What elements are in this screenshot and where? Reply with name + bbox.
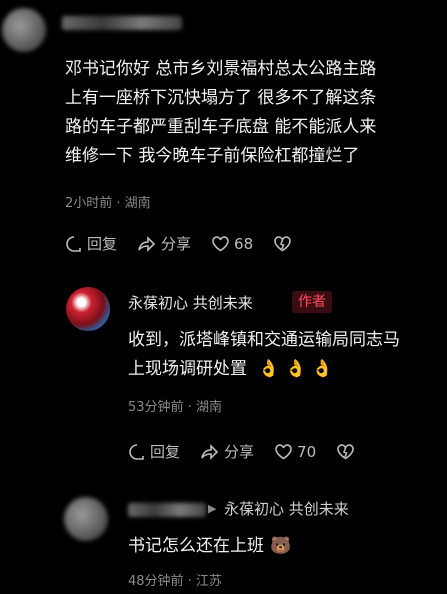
reply-label: 回复 (150, 443, 181, 461)
broken-heart-icon (274, 236, 291, 252)
share-icon (201, 443, 219, 460)
reply2-avatar[interactable] (64, 497, 108, 541)
reply-button[interactable]: 回复 (65, 233, 117, 254)
broken-heart-icon (337, 444, 354, 460)
author-reply-meta: 53分钟前 · 湖南 (128, 400, 222, 415)
commenter-avatar[interactable] (2, 8, 46, 52)
like-button[interactable]: 68 (211, 235, 253, 253)
author-badge: 作者 (292, 291, 332, 313)
comment-line: 维修一下 我今晚车子前保险杠都撞烂了 (65, 146, 360, 166)
reply-icon (66, 235, 81, 252)
author-reply-text: 收到，派塔峰镇和交通运输局同志马 上现场调研处置 👌 👌 👌 (128, 326, 443, 384)
ok-hand-emoji: 👌 👌 👌 (258, 359, 333, 379)
comment-actions: 回复 分享 68 (65, 233, 316, 254)
dislike-button[interactable] (336, 443, 359, 460)
reply2-name[interactable] (128, 503, 206, 517)
comment-meta: 2小时前 · 湖南 (65, 196, 151, 211)
reply-icon (129, 443, 144, 460)
share-label: 分享 (224, 443, 255, 461)
reply-to-arrow-icon: ▶ (208, 502, 217, 515)
like-count: 70 (297, 442, 317, 461)
reply2-text: 书记怎么还在上班 🐻 (128, 532, 443, 561)
share-label: 分享 (161, 235, 192, 253)
comment-line: 上有一座桥下沉快塌方了 很多不了解这条 (65, 88, 377, 108)
heart-icon (275, 444, 292, 460)
author-reply-actions: 回复 分享 70 (128, 441, 379, 462)
reply2-line: 书记怎么还在上班 (128, 536, 264, 556)
share-button[interactable]: 分享 (137, 233, 191, 254)
reply-button[interactable]: 回复 (128, 441, 180, 462)
author-avatar[interactable] (66, 287, 110, 331)
like-button[interactable]: 70 (274, 443, 316, 461)
commenter-name[interactable] (62, 16, 182, 30)
heart-icon (212, 236, 229, 252)
comment-line: 路的车子都严重刮车子底盘 能不能派人来 (65, 117, 377, 137)
bear-emoji: 🐻 (270, 536, 292, 556)
comment-line: 邓书记你好 总市乡刘景福村总太公路主路 (65, 59, 377, 79)
reply-to-username[interactable]: 永葆初心 共创未来 (224, 498, 349, 519)
share-button[interactable]: 分享 (200, 441, 254, 462)
dislike-button[interactable] (273, 235, 296, 252)
reply-line: 收到，派塔峰镇和交通运输局同志马 (128, 330, 400, 350)
reply2-meta: 48分钟前 · 江苏 (128, 574, 222, 589)
like-count: 68 (234, 234, 254, 253)
reply-line: 上现场调研处置 (128, 359, 247, 379)
reply-label: 回复 (87, 235, 118, 253)
share-icon (138, 235, 156, 252)
author-username[interactable]: 永葆初心 共创未来 (128, 292, 253, 313)
comment-text: 邓书记你好 总市乡刘景福村总太公路主路 上有一座桥下沉快塌方了 很多不了解这条 … (65, 55, 445, 171)
